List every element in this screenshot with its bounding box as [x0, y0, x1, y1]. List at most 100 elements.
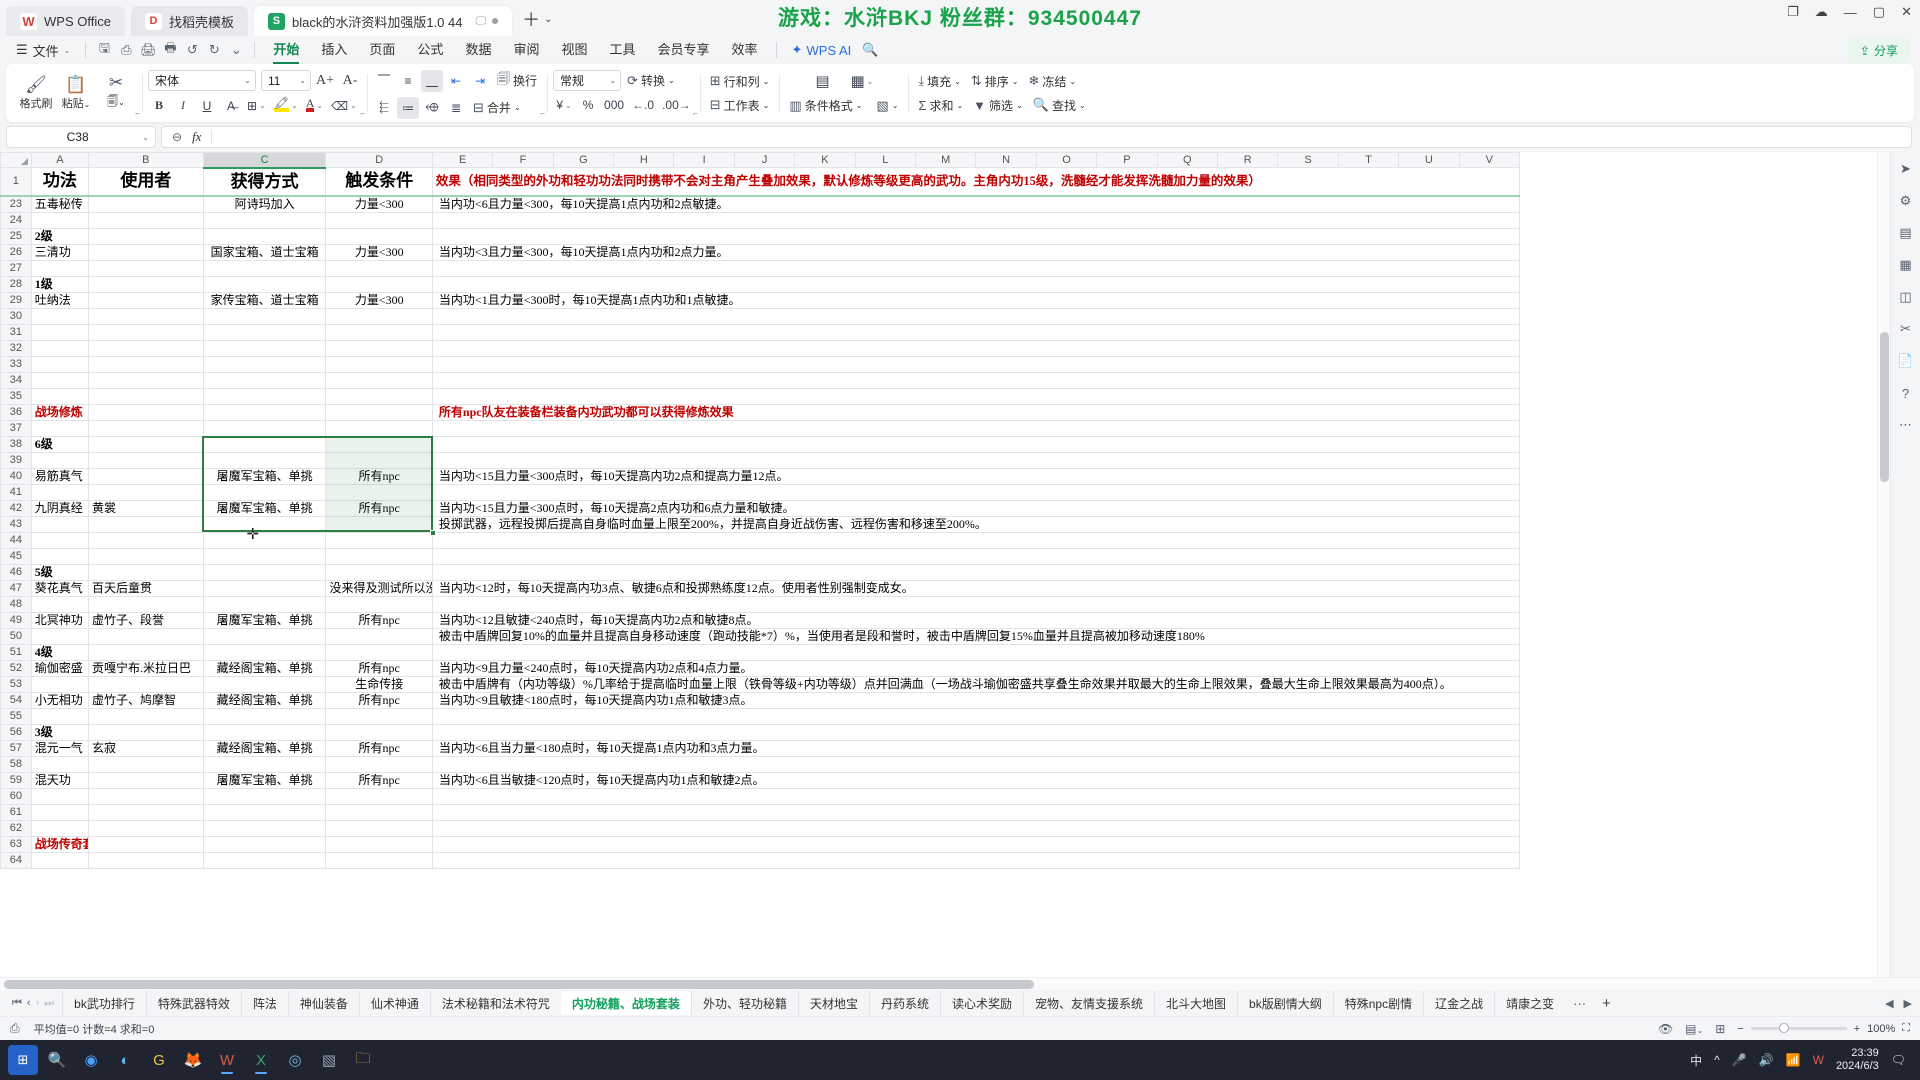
cell-B36[interactable] — [90, 405, 203, 419]
cell-D58[interactable] — [327, 757, 431, 771]
record-macro-icon[interactable]: ⎙ — [10, 1021, 20, 1036]
row-header-25[interactable]: 25 — [0, 227, 32, 245]
cell-A33[interactable] — [32, 357, 87, 371]
cell-B30[interactable] — [90, 309, 203, 323]
cell-A49[interactable]: 北冥神功 — [32, 613, 87, 627]
cell-D44[interactable] — [327, 533, 431, 547]
cell-A30[interactable] — [32, 309, 87, 323]
fill-button[interactable]: ⤓ 填充 ⌄ — [914, 71, 964, 92]
cell-D34[interactable] — [327, 373, 431, 387]
ribbon-tab-review[interactable]: 审阅 — [502, 36, 550, 64]
cell-E33[interactable] — [436, 357, 442, 371]
sheet-tab-12[interactable]: 北斗大地图 — [1154, 991, 1237, 1015]
cell-E56[interactable] — [436, 725, 442, 739]
row-header-42[interactable]: 42 — [0, 499, 32, 517]
row-header-36[interactable]: 36 — [0, 403, 32, 421]
taskbar-media-icon[interactable]: ◎ — [280, 1045, 310, 1075]
horizontal-scroll-thumb[interactable] — [4, 980, 1034, 989]
cell-D26[interactable]: 力量<300 — [327, 245, 431, 259]
cell-E54[interactable]: 当内功<9且敏捷<180点时，每10天提高内功1点和敏捷3点。 — [436, 693, 756, 707]
cell-C26[interactable]: 国家宝箱、道士宝箱 — [204, 245, 325, 259]
cell-D62[interactable] — [327, 821, 431, 835]
cell-D55[interactable] — [327, 709, 431, 723]
cell-D27[interactable] — [327, 261, 431, 275]
cell-A39[interactable] — [32, 453, 87, 467]
row-header-37[interactable]: 37 — [0, 419, 32, 437]
cell-C25[interactable] — [204, 229, 325, 243]
cell-E31[interactable] — [436, 325, 442, 339]
cell-C40[interactable]: 屠魔军宝箱、单挑 — [204, 469, 325, 483]
cell-A36[interactable]: 战场修炼 — [32, 405, 87, 419]
font-color-button[interactable]: A ⌄ — [303, 95, 326, 117]
align-right-button[interactable]: ⬲ — [421, 97, 443, 119]
mic-icon[interactable]: 🎤 — [1732, 1053, 1747, 1067]
cell-C45[interactable] — [204, 549, 325, 563]
row-header-33[interactable]: 33 — [0, 355, 32, 373]
cell-D37[interactable] — [327, 421, 431, 435]
cell-C54[interactable]: 藏经阁宝箱、单挑 — [204, 693, 325, 707]
maximize-button[interactable]: ▢ — [1873, 4, 1885, 20]
column-header-U[interactable]: U — [1398, 152, 1460, 168]
format-panel-icon[interactable]: ⚙ — [1895, 190, 1917, 212]
cell-D32[interactable] — [327, 341, 431, 355]
cell-B62[interactable] — [90, 821, 203, 835]
cell-C61[interactable] — [204, 805, 325, 819]
cell-A62[interactable] — [32, 821, 87, 835]
cell-E55[interactable] — [436, 709, 442, 723]
row-header-49[interactable]: 49 — [0, 611, 32, 629]
cell-D1[interactable]: 触发条件 — [327, 169, 431, 194]
bold-button[interactable]: B — [148, 95, 170, 117]
cell-C50[interactable] — [204, 629, 325, 643]
cell-C49[interactable]: 屠魔军宝箱、单挑 — [204, 613, 325, 627]
taskbar-app-icon[interactable]: 🦊 — [178, 1045, 208, 1075]
cell-E36[interactable]: 所有npc队友在装备栏装备内功武功都可以获得修炼效果 — [436, 405, 737, 419]
column-header-J[interactable]: J — [733, 152, 796, 168]
cell-E1[interactable]: 效果（相同类型的外功和轻功功法同时携带不会对主角产生叠加效果，默认修炼等级更高的… — [433, 169, 1518, 194]
redo-icon[interactable]: ↻ — [203, 40, 225, 60]
cell-D40[interactable]: 所有npc — [327, 469, 431, 483]
cell-C38[interactable] — [204, 437, 325, 451]
sheet-tab-5[interactable]: 法术秘籍和法术符咒 — [429, 991, 561, 1015]
cell-B48[interactable] — [90, 597, 203, 611]
cell-C56[interactable] — [204, 725, 325, 739]
cell-A47[interactable]: 葵花真气 — [32, 581, 87, 595]
cell-C46[interactable] — [204, 565, 325, 579]
wps-tray-icon[interactable]: W — [1813, 1053, 1824, 1067]
row-header-57[interactable]: 57 — [0, 739, 32, 757]
cell-C35[interactable] — [204, 389, 325, 403]
cell-E37[interactable] — [436, 421, 442, 435]
ribbon-tab-member[interactable]: 会员专享 — [647, 36, 721, 64]
chevron-down-icon[interactable]: ⌄ — [142, 133, 149, 142]
cell-E30[interactable] — [436, 309, 442, 323]
cell-E39[interactable] — [436, 453, 442, 467]
font-size-select[interactable]: 11 ⌄ — [261, 70, 311, 91]
cell-B41[interactable] — [90, 485, 203, 499]
app-tab-wps-office[interactable]: W WPS Office — [6, 6, 125, 36]
sheet-tab-14[interactable]: 特殊npc剧情 — [1332, 991, 1423, 1015]
increase-decimal-button[interactable]: .00→ — [659, 94, 694, 116]
autosum-button[interactable]: Σ 求和 ⌄ — [914, 95, 967, 116]
rows-columns-button[interactable]: ⊞ 行和列 ⌄ — [706, 71, 774, 92]
ribbon-tab-tools[interactable]: 工具 — [598, 36, 646, 64]
cell-A57[interactable]: 混元一气 — [32, 741, 87, 755]
cell-B46[interactable] — [90, 565, 203, 579]
cell-B33[interactable] — [90, 357, 203, 371]
cell-D61[interactable] — [327, 805, 431, 819]
cell-C36[interactable] — [204, 405, 325, 419]
cell-D57[interactable]: 所有npc — [327, 741, 431, 755]
column-header-B[interactable]: B — [88, 152, 204, 168]
cell-C30[interactable] — [204, 309, 325, 323]
cell-D48[interactable] — [327, 597, 431, 611]
row-header-26[interactable]: 26 — [0, 243, 32, 261]
cell-E28[interactable] — [436, 277, 442, 291]
align-top-button[interactable]: ⎺ — [373, 70, 395, 92]
cell-D28[interactable] — [327, 277, 431, 291]
cell-E52[interactable]: 当内功<9且力量<240点时，每10天提高内功2点和4点力量。 — [436, 661, 756, 675]
cell-C57[interactable]: 藏经阁宝箱、单挑 — [204, 741, 325, 755]
cell-E50[interactable]: 被击中盾牌回复10%的血量并且提高自身移动速度（跑动技能*7）%，当使用者是段和… — [436, 629, 1208, 643]
cell-C63[interactable] — [204, 837, 325, 851]
cell-B38[interactable] — [90, 437, 203, 451]
cell-A32[interactable] — [32, 341, 87, 355]
sheet-tab-16[interactable]: 靖康之变 — [1494, 991, 1565, 1015]
cell-D46[interactable] — [327, 565, 431, 579]
